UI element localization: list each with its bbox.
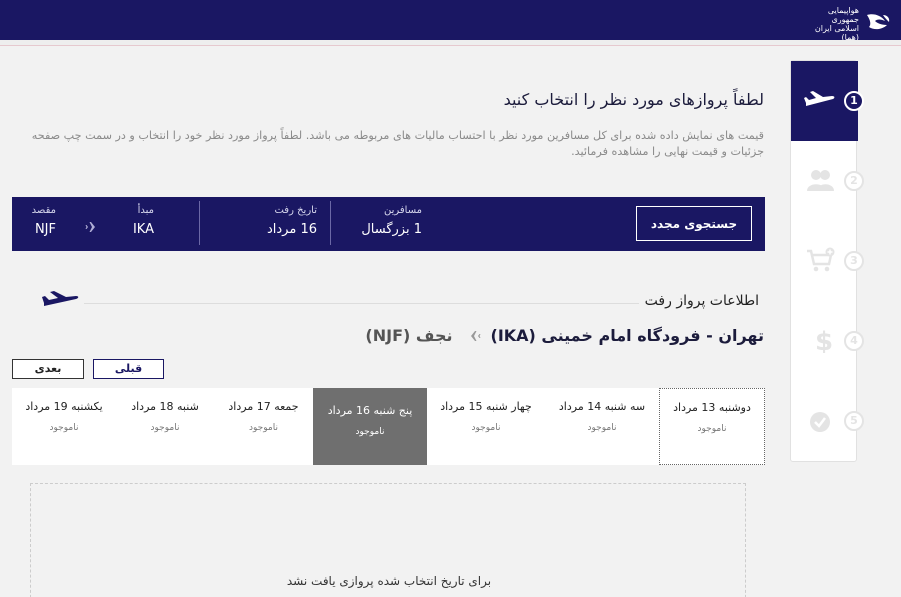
cart-add-icon — [807, 247, 835, 272]
day-name: شنبه 18 مرداد — [131, 400, 199, 413]
divider — [199, 201, 200, 245]
day-name: چهار شنبه 15 مرداد — [440, 400, 532, 413]
day-name: دوشنبه 13 مرداد — [673, 401, 751, 414]
plane-icon — [463, 330, 480, 341]
origin-value: IKA — [132, 222, 154, 237]
route-origin: تهران - فرودگاه امام خمینی (IKA) — [490, 326, 765, 345]
destination-label: مقصد — [31, 205, 56, 216]
step-number: 1 — [844, 91, 864, 111]
plane-icon — [804, 91, 835, 106]
passengers-field: مسافرین 1 بزرگسال — [342, 205, 422, 237]
day-status: ناموجود — [697, 424, 727, 434]
step-number: 2 — [844, 171, 864, 191]
step-number: 5 — [844, 411, 864, 431]
destination-field: مقصد NJF — [24, 205, 56, 237]
airline-logo[interactable]: هواپیمایی جمهوری اسلامی ایران (هما) — [807, 6, 893, 42]
origin-label: مبدأ — [137, 205, 154, 216]
day-name: یکشنبه 19 مرداد — [25, 400, 103, 413]
route-destination: نجف (NJF) — [365, 326, 453, 345]
passengers-value: 1 بزرگسال — [361, 222, 422, 237]
no-flights-message: برای تاریخ انتخاب شده پروازی یافت نشد — [286, 574, 492, 588]
route-title: تهران - فرودگاه امام خمینی (IKA) نجف (NJ… — [365, 326, 764, 345]
logo-text: هواپیمایی جمهوری اسلامی ایران (هما) — [814, 6, 859, 42]
day-tab[interactable]: دوشنبه 13 مرداد ناموجود — [659, 388, 765, 465]
page-description: قیمت های نمایش داده شده برای کل مسافرین … — [31, 129, 764, 158]
step-1-flight[interactable]: 1 — [791, 61, 864, 141]
booking-steps: 1 2 3 $ 4 5 — [790, 60, 864, 462]
divider — [82, 303, 702, 304]
svg-text:$: $ — [815, 327, 833, 353]
day-name: جمعه 17 مرداد — [228, 400, 299, 413]
day-status: ناموجود — [150, 423, 180, 433]
previous-day-button[interactable]: قبلی — [93, 359, 164, 379]
search-again-button[interactable]: جستجوی مجدد — [636, 206, 752, 241]
step-5-confirm: 5 — [791, 381, 864, 461]
passengers-label: مسافرین — [383, 205, 422, 216]
section-title: اطلاعات پرواز رفت — [638, 293, 759, 309]
day-tab-selected[interactable]: پنج شنبه 16 مرداد ناموجود — [313, 388, 427, 465]
destination-value: NJF — [34, 222, 56, 237]
passengers-icon — [807, 170, 834, 191]
day-tab[interactable]: چهار شنبه 15 مرداد ناموجود — [427, 388, 545, 465]
day-name: پنج شنبه 16 مرداد — [327, 404, 413, 417]
next-day-button[interactable]: بعدی — [12, 359, 84, 379]
plane-icon — [40, 290, 84, 312]
departure-date-field: تاریخ رفت 16 مرداد — [242, 205, 317, 237]
origin-field: مبدأ IKA — [122, 205, 154, 237]
step-number: 3 — [844, 251, 864, 271]
step-4-payment: $ 4 — [791, 301, 864, 381]
flight-results: برای تاریخ انتخاب شده پروازی یافت نشد — [30, 483, 746, 597]
step-2-passengers: 2 — [791, 141, 864, 221]
plane-icon — [85, 222, 102, 232]
date-label: تاریخ رفت — [274, 205, 317, 216]
main-content: لطفاً پروازهای مورد نظر را انتخاب کنید ق… — [0, 46, 780, 597]
day-tab[interactable]: شنبه 18 مرداد ناموجود — [116, 388, 214, 465]
dollar-icon: $ — [815, 327, 833, 353]
day-status: ناموجود — [587, 423, 617, 433]
search-summary-bar: جستجوی مجدد مسافرین 1 بزرگسال تاریخ رفت … — [12, 197, 765, 251]
day-status: ناموجود — [355, 427, 385, 437]
day-tab[interactable]: جمعه 17 مرداد ناموجود — [214, 388, 313, 465]
divider — [330, 201, 331, 245]
day-status: ناموجود — [49, 423, 79, 433]
step-3-cart: 3 — [791, 221, 864, 301]
day-tab[interactable]: یکشنبه 19 مرداد ناموجود — [12, 388, 116, 465]
day-tab[interactable]: سه شنبه 14 مرداد ناموجود — [545, 388, 659, 465]
page-title: لطفاً پروازهای مورد نظر را انتخاب کنید — [503, 90, 764, 109]
outbound-section-header: اطلاعات پرواز رفت — [12, 288, 765, 318]
top-navbar: هواپیمایی جمهوری اسلامی ایران (هما) — [0, 0, 901, 42]
step-number: 4 — [844, 331, 864, 351]
date-selector: دوشنبه 13 مرداد ناموجود سه شنبه 14 مرداد… — [12, 388, 765, 465]
homa-bird-icon — [867, 14, 890, 30]
day-status: ناموجود — [249, 423, 278, 433]
check-circle-icon — [810, 412, 830, 432]
day-name: سه شنبه 14 مرداد — [558, 400, 646, 413]
date-value: 16 مرداد — [266, 222, 317, 237]
day-status: ناموجود — [471, 423, 501, 433]
